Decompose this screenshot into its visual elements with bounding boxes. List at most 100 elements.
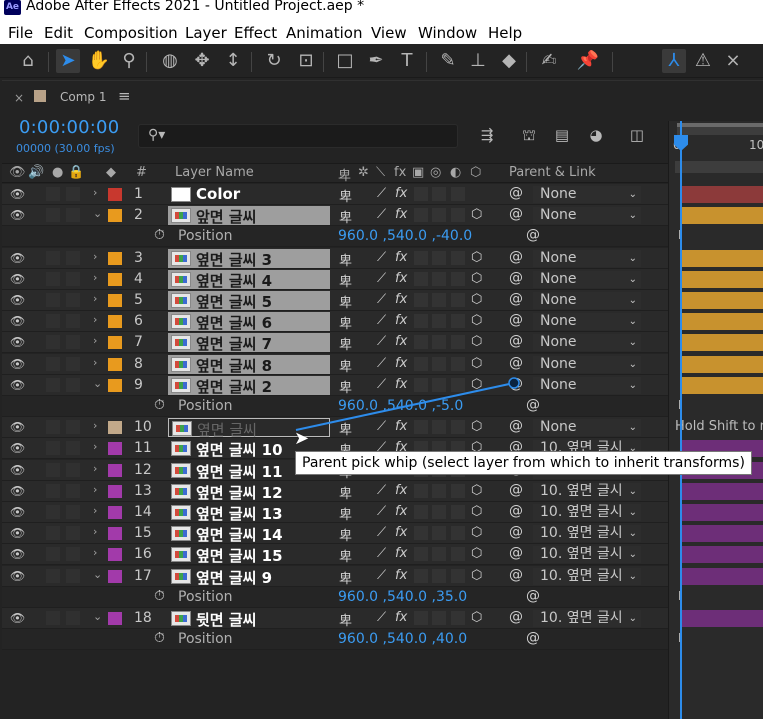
dolly-camera-icon[interactable]: ↕ bbox=[221, 49, 245, 73]
layer-name-cell[interactable]: 옆면 글씨 4 bbox=[168, 269, 330, 290]
shy-switch-icon[interactable]: 卑 bbox=[339, 250, 352, 269]
quality-switch-icon[interactable]: ⟋ bbox=[377, 610, 386, 625]
roto-brush-icon[interactable]: ✍ bbox=[537, 49, 561, 73]
motion-blur-switch[interactable] bbox=[432, 377, 446, 392]
motion-blur-switch[interactable] bbox=[432, 250, 446, 265]
effects-switch-icon[interactable]: fx bbox=[395, 419, 407, 434]
quality-switch-icon[interactable]: ⟋ bbox=[377, 504, 386, 519]
video-visibility-eye-icon[interactable]: 👁 bbox=[10, 251, 25, 265]
3d-layer-cube-icon[interactable]: ⬡ bbox=[471, 610, 482, 625]
solo-toggle[interactable] bbox=[46, 208, 60, 223]
video-visibility-eye-icon[interactable]: 👁 bbox=[10, 441, 25, 455]
layer-label-color[interactable] bbox=[108, 294, 122, 307]
layer-name-cell[interactable]: 옆면 글씨 2 bbox=[168, 375, 330, 396]
menu-effect[interactable]: Effect bbox=[234, 24, 277, 42]
lock-toggle[interactable] bbox=[66, 483, 80, 498]
brush-icon[interactable]: ✎ bbox=[436, 49, 460, 73]
layer-row[interactable]: 👁 › 16 옆면 글씨 15 卑 ⟋ fx ⬡ @ 10. 옆면 글시 ⌄ bbox=[2, 544, 668, 566]
layer-duration-bar[interactable] bbox=[681, 482, 763, 500]
3d-layer-cube-icon[interactable]: ⬡ bbox=[471, 377, 482, 392]
parent-pick-whip-icon[interactable]: @ bbox=[509, 206, 523, 222]
solo-toggle[interactable] bbox=[46, 187, 60, 201]
axis-view-icon[interactable]: ⨯ bbox=[721, 49, 745, 73]
parent-dropdown[interactable]: None ⌄ bbox=[533, 355, 641, 373]
frame-blend-switch[interactable] bbox=[414, 377, 428, 392]
parent-pick-whip-icon[interactable]: @ bbox=[509, 418, 523, 434]
motion-blur-switch[interactable] bbox=[432, 271, 446, 286]
3d-layer-cube-icon[interactable]: ⬡ bbox=[471, 525, 482, 540]
menu-composition[interactable]: Composition bbox=[84, 24, 178, 42]
menu-help[interactable]: Help bbox=[488, 24, 522, 42]
layer-label-color[interactable] bbox=[108, 188, 122, 201]
video-visibility-eye-icon[interactable]: 👁 bbox=[10, 208, 25, 222]
shy-switch-icon[interactable]: 卑 bbox=[339, 313, 352, 332]
chevron-right-icon[interactable]: › bbox=[93, 250, 97, 263]
puppet-pin-icon[interactable]: 📌 bbox=[576, 49, 600, 73]
layer-name-cell[interactable]: 옆면 글씨 14 bbox=[168, 524, 330, 544]
frame-blend-switch[interactable] bbox=[414, 483, 428, 498]
motion-blur-switch[interactable] bbox=[432, 568, 446, 583]
layer-duration-bar[interactable] bbox=[681, 376, 763, 394]
parent-pick-whip-icon[interactable]: @ bbox=[509, 185, 523, 201]
frame-blend-switch[interactable] bbox=[414, 611, 428, 625]
close-tab-icon[interactable]: × bbox=[14, 91, 24, 105]
layer-duration-bar[interactable] bbox=[681, 525, 763, 543]
adjustment-layer-switch[interactable] bbox=[451, 356, 465, 371]
quality-switch-icon[interactable]: ⟋ bbox=[377, 334, 386, 349]
solo-toggle[interactable] bbox=[46, 420, 60, 435]
lock-toggle[interactable] bbox=[66, 568, 80, 583]
layer-row[interactable]: 👁 › 1 Color 卑 ⟋ fx @ None ⌄ bbox=[2, 184, 668, 205]
lock-toggle[interactable] bbox=[66, 208, 80, 223]
motion-blur-switch[interactable] bbox=[432, 208, 446, 223]
layer-name-cell[interactable]: 옆면 글씨 7 bbox=[168, 333, 330, 353]
3d-layer-cube-icon[interactable]: ⬡ bbox=[471, 568, 482, 583]
menu-view[interactable]: View bbox=[371, 24, 407, 42]
adjustment-layer-switch[interactable] bbox=[451, 505, 465, 519]
video-visibility-eye-icon[interactable]: 👁 bbox=[10, 611, 25, 625]
shy-switch-icon[interactable]: 卑 bbox=[339, 377, 352, 396]
parent-dropdown[interactable]: None ⌄ bbox=[533, 313, 641, 331]
video-visibility-eye-icon[interactable]: 👁 bbox=[10, 505, 25, 519]
parent-dropdown[interactable]: 10. 옆면 글시 ⌄ bbox=[533, 504, 641, 521]
axis-local-icon[interactable]: ⅄ bbox=[662, 49, 686, 73]
effects-switch-icon[interactable]: fx bbox=[395, 568, 407, 583]
layer-duration-bar[interactable] bbox=[681, 270, 763, 288]
parent-pick-whip-icon[interactable]: @ bbox=[509, 249, 523, 265]
frame-blend-switch[interactable] bbox=[414, 335, 428, 350]
layer-label-color[interactable] bbox=[108, 251, 122, 265]
layer-label-color[interactable] bbox=[108, 209, 122, 223]
lock-toggle[interactable] bbox=[66, 611, 80, 625]
parent-pick-whip-icon[interactable]: @ bbox=[509, 545, 523, 561]
parent-dropdown[interactable]: None ⌄ bbox=[533, 419, 641, 437]
property-value[interactable]: 960.0 ,540.0 ,-5.0 bbox=[338, 398, 463, 414]
layer-duration-bar[interactable] bbox=[681, 334, 763, 352]
menu-window[interactable]: Window bbox=[418, 24, 477, 42]
3d-layer-cube-icon[interactable]: ⬡ bbox=[471, 207, 482, 222]
layer-label-color[interactable] bbox=[108, 506, 122, 519]
parent-pick-whip-icon[interactable]: @ bbox=[509, 312, 523, 328]
lock-toggle[interactable] bbox=[66, 441, 80, 456]
video-visibility-eye-icon[interactable]: 👁 bbox=[10, 420, 25, 434]
clone-stamp-icon[interactable]: ⊥ bbox=[466, 49, 490, 73]
adjustment-layer-switch[interactable] bbox=[451, 335, 465, 350]
effects-switch-icon[interactable]: fx bbox=[395, 334, 407, 349]
video-visibility-eye-icon[interactable]: 👁 bbox=[10, 378, 25, 392]
layer-duration-bar[interactable] bbox=[681, 207, 763, 225]
layer-row[interactable]: 👁 › 4 옆면 글씨 4 卑 ⟋ fx ⬡ @ None ⌄ bbox=[2, 268, 668, 290]
stopwatch-icon[interactable]: ⏱ bbox=[154, 630, 165, 646]
chevron-right-icon[interactable]: › bbox=[93, 356, 97, 369]
3d-layer-cube-icon[interactable]: ⬡ bbox=[471, 504, 482, 519]
3d-layer-cube-icon[interactable]: ⬡ bbox=[471, 483, 482, 498]
effects-switch-icon[interactable]: fx bbox=[395, 313, 407, 328]
quality-switch-icon[interactable]: ⟋ bbox=[377, 568, 386, 583]
motion-blur-switch[interactable] bbox=[432, 187, 446, 201]
effects-switch-icon[interactable]: fx bbox=[395, 483, 407, 498]
layer-duration-bar[interactable] bbox=[681, 546, 763, 564]
parent-pick-whip-icon[interactable]: @ bbox=[509, 291, 523, 307]
layer-duration-bar[interactable] bbox=[681, 313, 763, 331]
axis-world-icon[interactable]: ⚠ bbox=[691, 49, 715, 73]
parent-dropdown[interactable]: None ⌄ bbox=[533, 376, 641, 394]
lock-toggle[interactable] bbox=[66, 293, 80, 307]
parent-dropdown[interactable]: 10. 옆면 글시 ⌄ bbox=[533, 546, 641, 564]
quality-switch-icon[interactable]: ⟋ bbox=[377, 356, 386, 371]
